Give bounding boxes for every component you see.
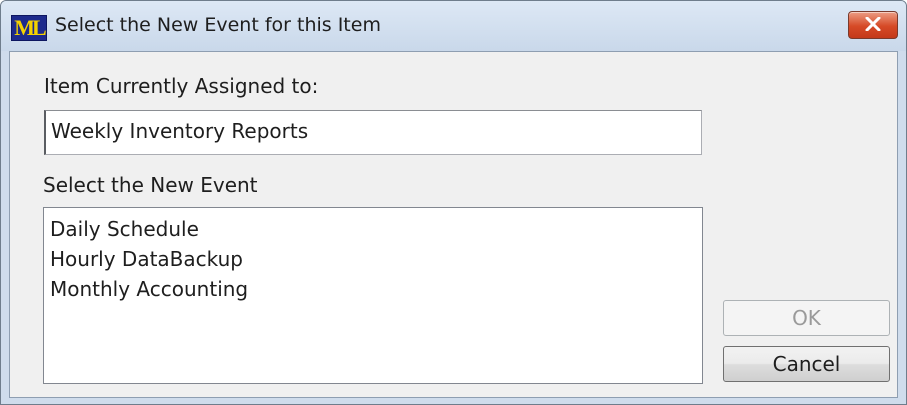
ok-button[interactable]: OK	[723, 300, 890, 336]
event-list-item[interactable]: Hourly DataBackup	[50, 244, 702, 274]
title-bar[interactable]: ML Select the New Event for this Item	[1, 1, 906, 51]
assigned-item-field[interactable]: Weekly Inventory Reports	[44, 110, 702, 155]
event-list-item[interactable]: Monthly Accounting	[50, 274, 702, 304]
event-list-item[interactable]: Daily Schedule	[50, 214, 702, 244]
dialog-body: Item Currently Assigned to: Weekly Inven…	[9, 51, 898, 398]
window-title: Select the New Event for this Item	[55, 14, 381, 36]
cancel-button[interactable]: Cancel	[723, 346, 890, 382]
event-list-label: Select the New Event	[43, 173, 258, 197]
event-listbox[interactable]: Daily Schedule Hourly DataBackup Monthly…	[43, 207, 703, 384]
app-logo-icon: ML	[11, 15, 47, 41]
close-button[interactable]	[848, 11, 898, 39]
close-x-icon	[865, 17, 881, 31]
assigned-label: Item Currently Assigned to:	[44, 74, 319, 98]
dialog-window: ML Select the New Event for this Item It…	[0, 0, 907, 405]
